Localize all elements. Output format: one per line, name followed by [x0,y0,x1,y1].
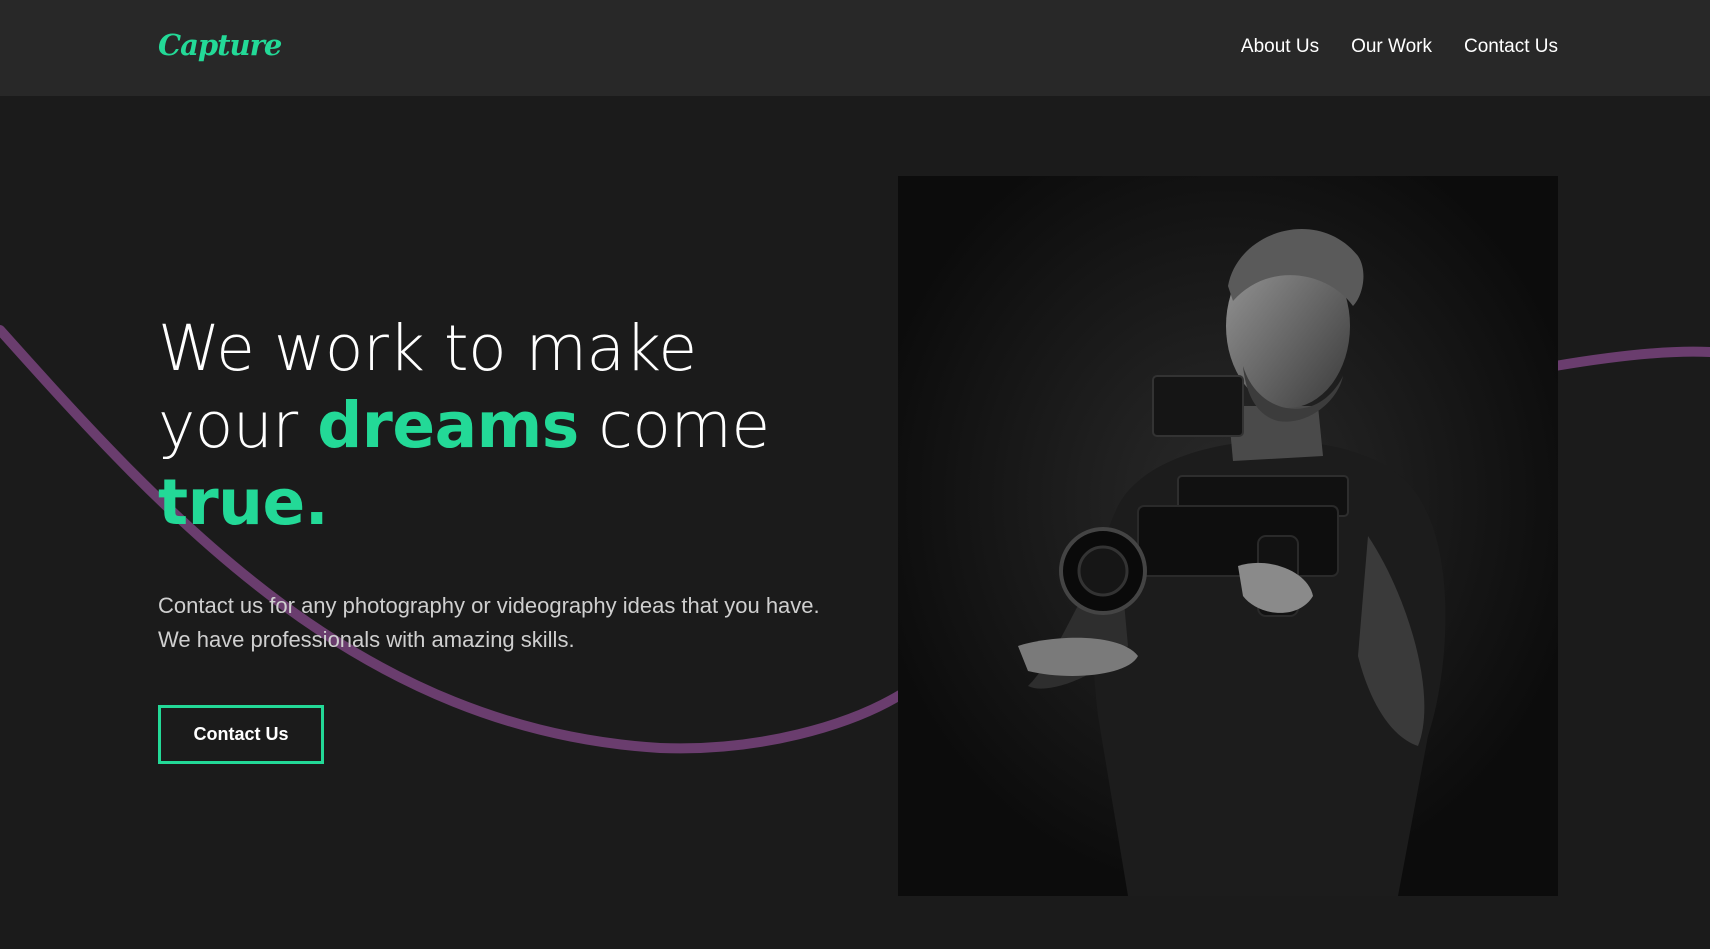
headline-line-2-post: come [578,389,770,462]
headline-accent-dreams: dreams [317,389,579,462]
hero-photo [898,176,1558,896]
hero-description: Contact us for any photography or videog… [158,593,820,652]
headline-line-1: We work to make [158,312,697,385]
hero-headline: We work to make your dreams come true. [158,310,878,541]
logo[interactable]: Capture [158,28,282,62]
landing-page: Capture About Us Our Work Contact Us We … [0,0,1710,949]
contact-us-button[interactable]: Contact Us [158,705,324,764]
headline-accent-true: true. [158,466,329,539]
nav-contact-us[interactable]: Contact Us [1464,36,1558,58]
site-header: Capture About Us Our Work Contact Us [0,0,1710,96]
hero-section: We work to make your dreams come true. C… [158,310,878,764]
main-nav: About Us Our Work Contact Us [1241,36,1558,58]
photographer-image [898,176,1558,896]
headline-line-2-pre: your [158,389,318,462]
nav-about-us[interactable]: About Us [1241,36,1319,58]
nav-our-work[interactable]: Our Work [1351,36,1432,58]
